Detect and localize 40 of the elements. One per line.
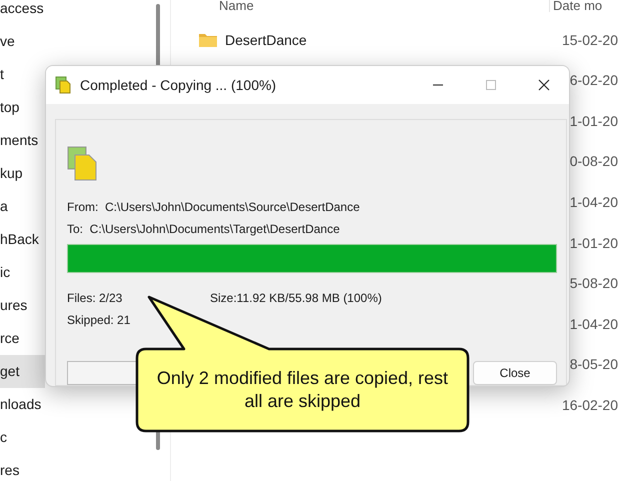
size-info: Size:11.92 KB/55.98 MB (100%) <box>210 291 382 307</box>
date-cell-text: 1-04-20 <box>568 316 619 332</box>
sidebar-item[interactable]: kup <box>0 157 45 190</box>
folder-icon <box>198 32 218 48</box>
sidebar-item[interactable]: ments <box>0 124 45 157</box>
target-path: To: C:\Users\John\Documents\Target\DesertDance <box>67 221 341 238</box>
close-button[interactable]: Close <box>473 361 557 385</box>
source-path: From: C:\Users\John\Documents\Source\DesertDance <box>67 199 361 216</box>
date-cell-text: 0-08-20 <box>568 153 619 170</box>
sidebar-item[interactable]: rce <box>0 322 45 355</box>
window-title: Completed - Copying ... (100%) <box>80 77 276 93</box>
column-header[interactable]: Name <box>171 0 549 12</box>
files-count: Files: 2/23 <box>67 291 124 307</box>
date-cell-text: 16-02-20 <box>560 397 619 414</box>
skipped-count: Skipped: 21 <box>67 313 132 327</box>
sidebar-item[interactable]: t <box>0 58 45 91</box>
maximize-icon <box>485 79 497 91</box>
sidebar-item[interactable]: get <box>0 355 45 388</box>
date-cell-text: 8-05-20 <box>568 356 619 372</box>
sidebar-item[interactable]: ures <box>0 289 45 322</box>
column-header[interactable]: Date mo <box>550 0 620 12</box>
date-cell-text: 6-02-20 <box>568 72 619 88</box>
close-icon <box>538 79 550 91</box>
file-name[interactable]: DesertDance <box>225 32 307 48</box>
callout-text: Only 2 modified files are copied, rest all are skipped <box>156 367 450 413</box>
date-cell-text: 1-01-20 <box>568 234 619 251</box>
date-cell-text: 1-04-20 <box>568 194 619 210</box>
sidebar-item[interactable]: ve <box>0 25 45 58</box>
sidebar-item[interactable]: c <box>0 421 45 454</box>
date-cell-text: 15-02-20 <box>560 32 619 48</box>
sidebar-item[interactable]: access <box>0 0 45 25</box>
sidebar-item[interactable]: top <box>0 91 45 124</box>
sidebar-item[interactable]: hBack <box>0 223 45 256</box>
sidebar-item[interactable]: ic <box>0 256 45 289</box>
sidebar-item[interactable]: nloads <box>0 388 45 421</box>
sidebar-item[interactable]: a <box>0 190 45 223</box>
date-cell-text: 1-01-20 <box>568 112 619 129</box>
date-cell-text: 5-08-20 <box>568 275 619 292</box>
copy-icon <box>55 76 73 94</box>
sidebar-item[interactable]: res <box>0 454 45 481</box>
